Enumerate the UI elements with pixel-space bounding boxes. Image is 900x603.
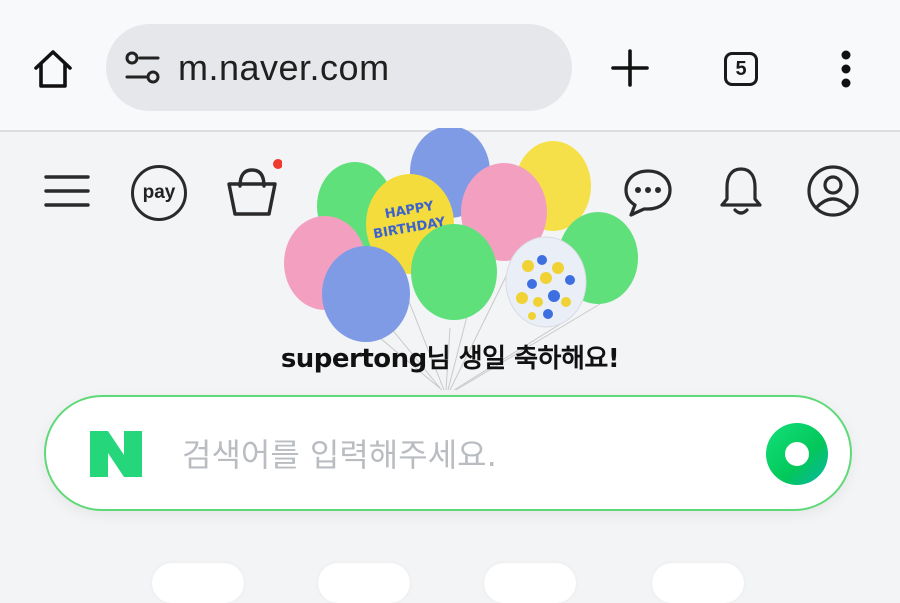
address-bar[interactable]: m.naver.com [106,24,572,111]
plus-icon [611,49,649,87]
chat-icon [624,169,672,217]
profile-button[interactable] [804,162,862,220]
green-dot-button[interactable] [766,423,828,485]
shortcut-item[interactable] [652,563,744,603]
search-box[interactable] [44,395,852,511]
home-icon [34,50,72,88]
shortcut-item[interactable] [484,563,576,603]
tune-icon[interactable] [124,50,162,86]
bell-icon [720,167,762,215]
home-button[interactable] [28,44,78,94]
naver-logo-icon [90,431,142,477]
green-dot-icon [785,442,809,466]
search-input[interactable] [180,419,744,491]
profile-icon [807,165,859,217]
browser-toolbar: m.naver.com 5 [0,0,900,132]
birthday-message: supertong님 생일 축하해요! [280,344,620,374]
new-tab-button[interactable] [606,44,654,92]
menu-icon [44,175,90,207]
pay-icon: pay [131,165,187,221]
tab-switcher-button[interactable]: 5 [718,46,764,92]
notification-button[interactable] [714,162,768,220]
pay-label: pay [142,182,176,203]
tabs-icon: 5 [724,52,758,86]
pay-button[interactable]: pay [128,162,190,224]
more-vert-icon [841,50,851,88]
talk-button[interactable] [620,164,676,220]
browser-menu-button[interactable] [828,44,864,94]
shortcut-item[interactable] [152,563,244,603]
shortcut-item[interactable] [318,563,410,603]
menu-button[interactable] [40,166,94,216]
url-text[interactable]: m.naver.com [178,24,390,111]
